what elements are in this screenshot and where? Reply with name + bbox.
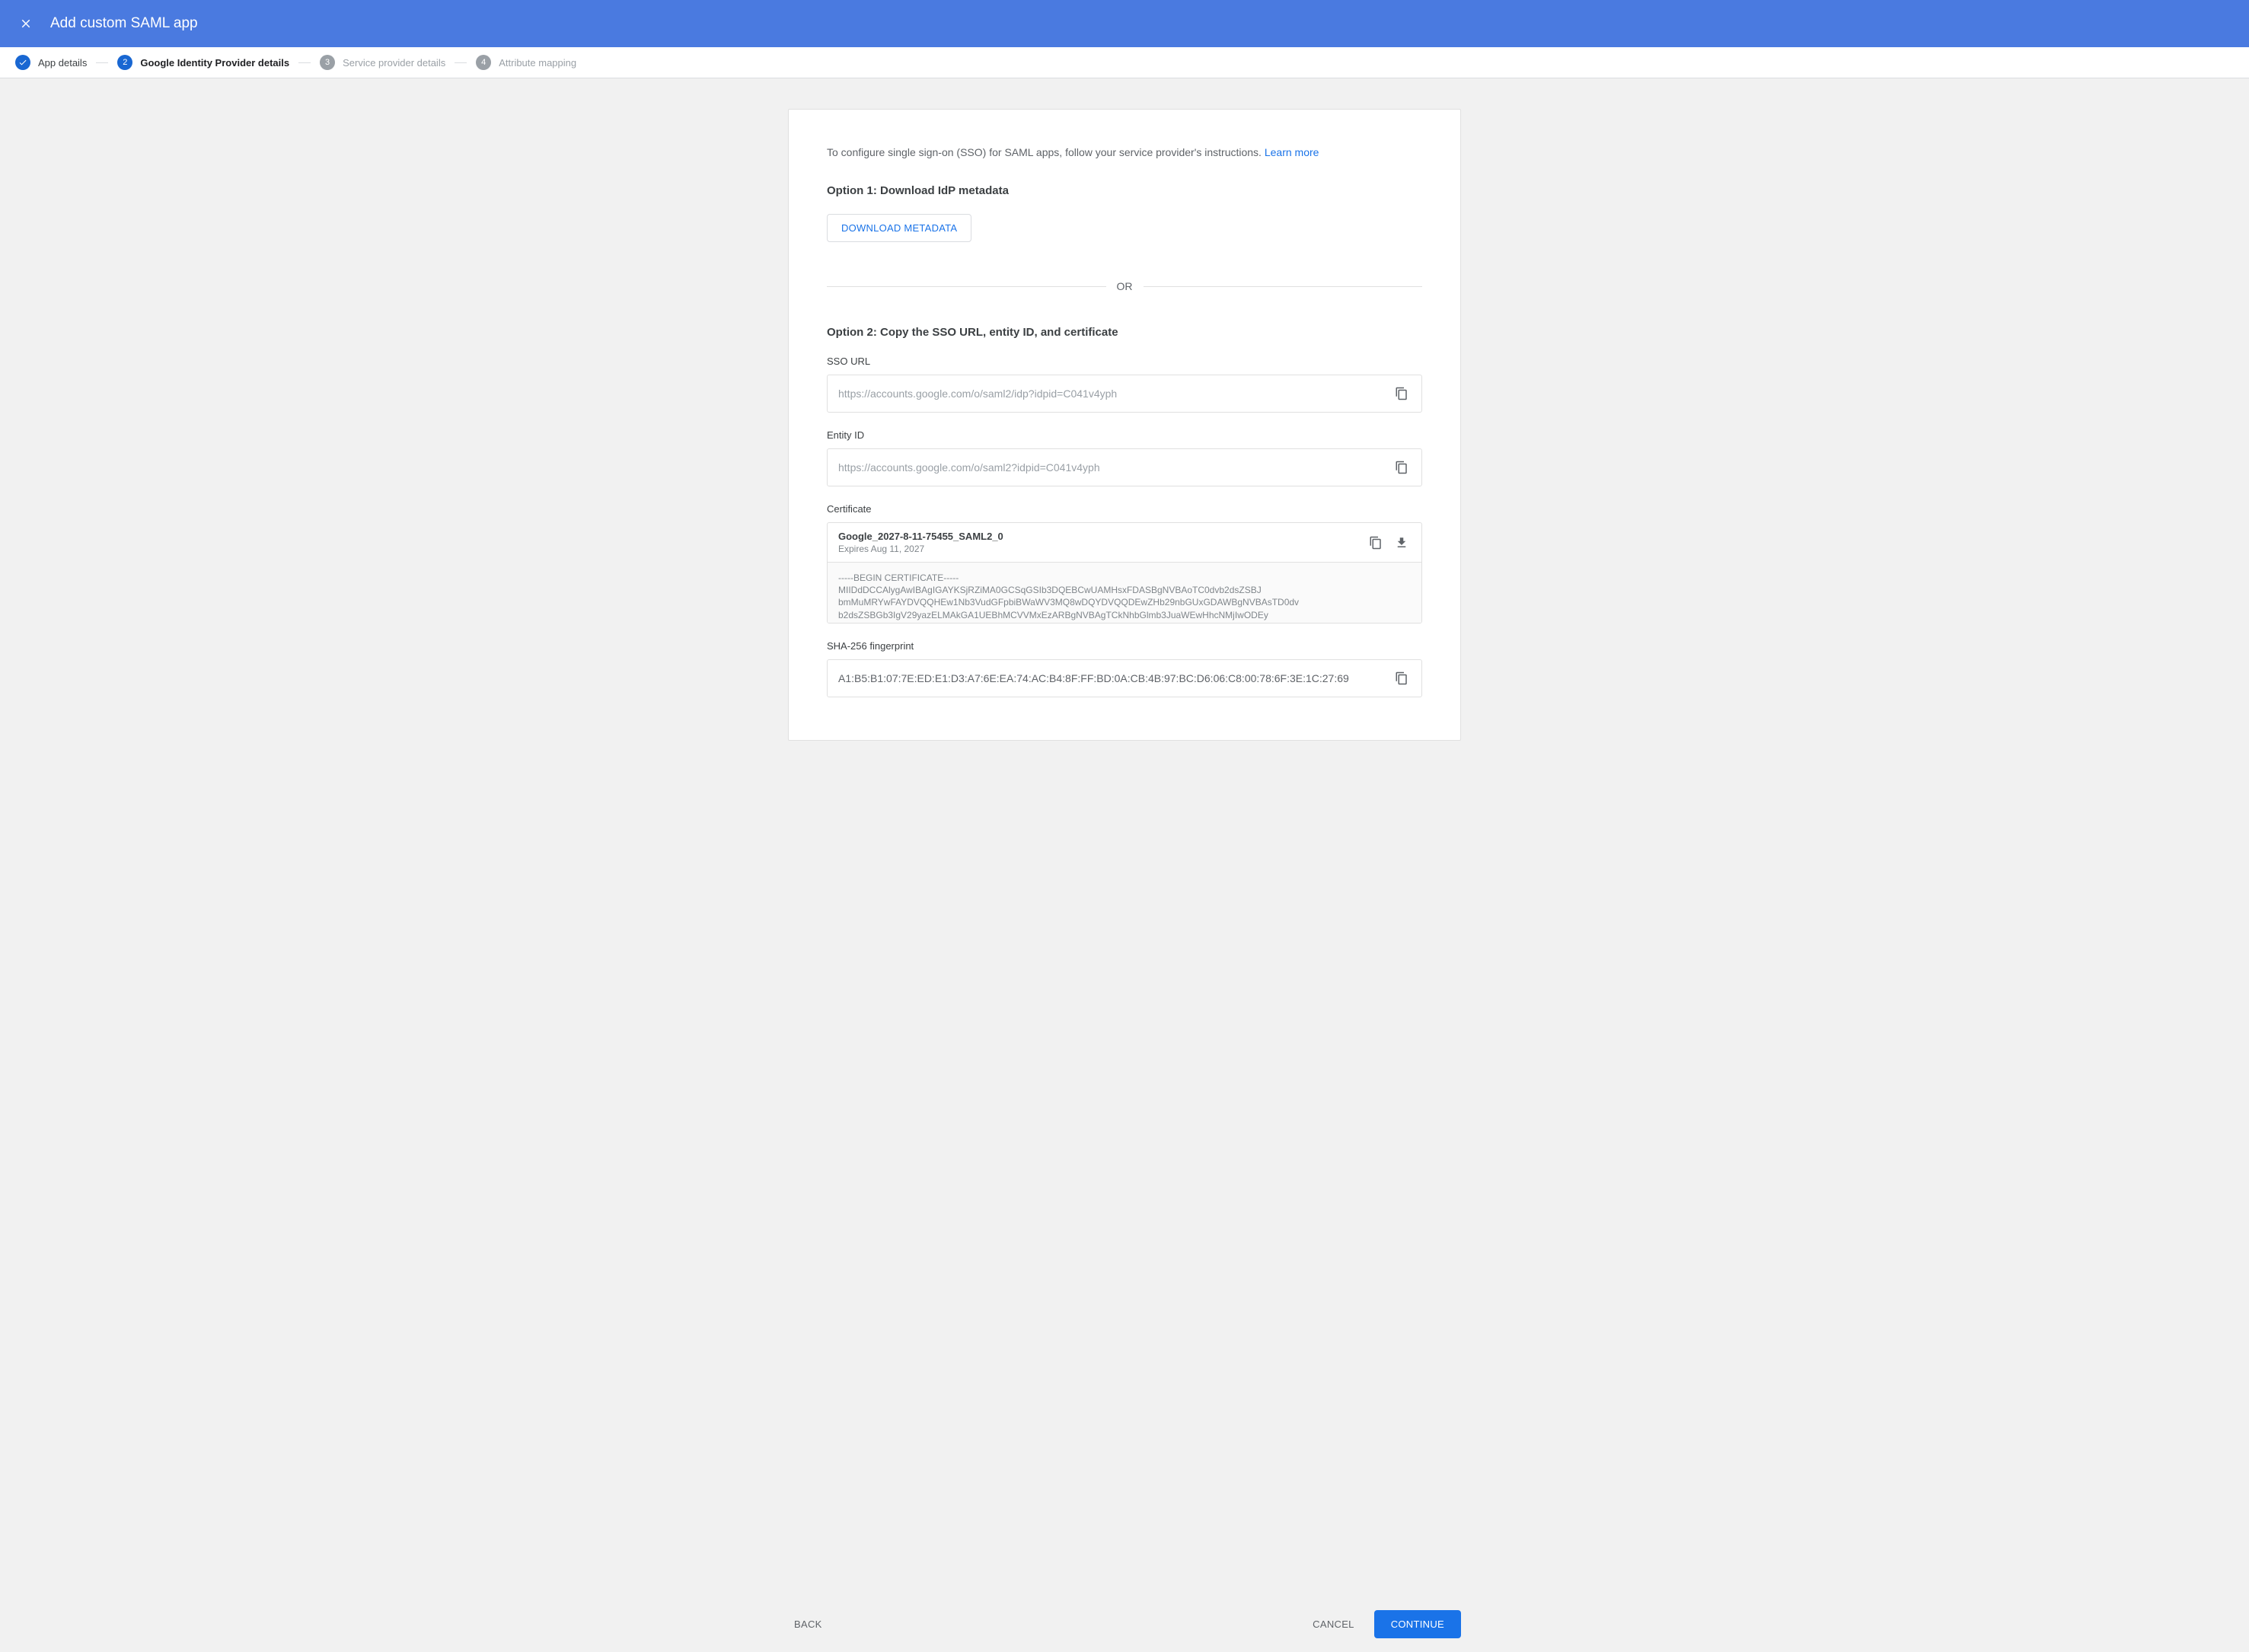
copy-icon[interactable]: [1392, 669, 1411, 687]
dialog-title: Add custom SAML app: [50, 15, 198, 32]
field-label: Certificate: [827, 503, 1422, 515]
sso-url-value: https://accounts.google.com/o/saml2/idp?…: [838, 387, 1385, 400]
step-idp-details[interactable]: 2 Google Identity Provider details: [117, 55, 289, 70]
dialog-header: Add custom SAML app: [0, 0, 2249, 47]
check-icon: [15, 55, 30, 70]
certificate-body[interactable]: -----BEGIN CERTIFICATE----- MIIDdDCCAlyg…: [828, 562, 1421, 623]
or-separator: OR: [827, 280, 1422, 292]
certificate-header: Google_2027-8-11-75455_SAML2_0 Expires A…: [828, 523, 1421, 562]
certificate-field: Certificate Google_2027-8-11-75455_SAML2…: [827, 503, 1422, 623]
certificate-name: Google_2027-8-11-75455_SAML2_0: [838, 531, 1359, 542]
step-attribute-mapping[interactable]: 4 Attribute mapping: [476, 55, 576, 70]
separator-line: [827, 286, 1106, 287]
certificate-box: Google_2027-8-11-75455_SAML2_0 Expires A…: [827, 522, 1422, 623]
step-divider: [455, 62, 467, 63]
close-icon[interactable]: [15, 13, 37, 34]
sha256-field: SHA-256 fingerprint A1:B5:B1:07:7E:ED:E1…: [827, 640, 1422, 697]
option1-heading: Option 1: Download IdP metadata: [827, 184, 1422, 197]
copy-icon[interactable]: [1392, 458, 1411, 477]
entity-id-field: Entity ID https://accounts.google.com/o/…: [827, 429, 1422, 486]
step-number-icon: 2: [117, 55, 132, 70]
cancel-button[interactable]: CANCEL: [1306, 1611, 1361, 1638]
sha256-value: A1:B5:B1:07:7E:ED:E1:D3:A7:6E:EA:74:AC:B…: [838, 672, 1385, 684]
certificate-header-text: Google_2027-8-11-75455_SAML2_0 Expires A…: [838, 531, 1359, 554]
sha256-box: A1:B5:B1:07:7E:ED:E1:D3:A7:6E:EA:74:AC:B…: [827, 659, 1422, 697]
step-number-icon: 3: [320, 55, 335, 70]
step-divider: [298, 62, 311, 63]
copy-icon[interactable]: [1392, 384, 1411, 403]
learn-more-link[interactable]: Learn more: [1265, 146, 1319, 158]
step-label: App details: [38, 57, 87, 69]
or-label: OR: [1117, 280, 1133, 292]
field-label: SSO URL: [827, 356, 1422, 367]
field-label: Entity ID: [827, 429, 1422, 441]
sso-url-field: SSO URL https://accounts.google.com/o/sa…: [827, 356, 1422, 413]
idp-details-card: To configure single sign-on (SSO) for SA…: [788, 109, 1461, 741]
step-label: Attribute mapping: [499, 57, 576, 69]
download-metadata-button[interactable]: DOWNLOAD METADATA: [827, 214, 971, 242]
option2-heading: Option 2: Copy the SSO URL, entity ID, a…: [827, 326, 1422, 339]
certificate-expires: Expires Aug 11, 2027: [838, 544, 1359, 554]
sso-url-box: https://accounts.google.com/o/saml2/idp?…: [827, 375, 1422, 413]
stepper: App details 2 Google Identity Provider d…: [0, 47, 2249, 78]
step-number-icon: 4: [476, 55, 491, 70]
field-label: SHA-256 fingerprint: [827, 640, 1422, 652]
step-label: Service provider details: [343, 57, 445, 69]
intro-copy: To configure single sign-on (SSO) for SA…: [827, 146, 1265, 158]
intro-text: To configure single sign-on (SSO) for SA…: [827, 146, 1422, 158]
copy-icon[interactable]: [1367, 534, 1385, 552]
continue-button[interactable]: CONTINUE: [1374, 1610, 1461, 1638]
main-content: To configure single sign-on (SSO) for SA…: [0, 78, 2249, 832]
step-divider: [96, 62, 108, 63]
step-app-details[interactable]: App details: [15, 55, 87, 70]
download-icon[interactable]: [1392, 534, 1411, 552]
entity-id-value: https://accounts.google.com/o/saml2?idpi…: [838, 461, 1385, 474]
separator-line: [1144, 286, 1423, 287]
step-label: Google Identity Provider details: [140, 57, 289, 69]
step-sp-details[interactable]: 3 Service provider details: [320, 55, 445, 70]
entity-id-box: https://accounts.google.com/o/saml2?idpi…: [827, 448, 1422, 486]
bottom-action-bar: BACK CANCEL CONTINUE: [0, 1596, 2249, 1652]
back-button[interactable]: BACK: [788, 1611, 828, 1638]
